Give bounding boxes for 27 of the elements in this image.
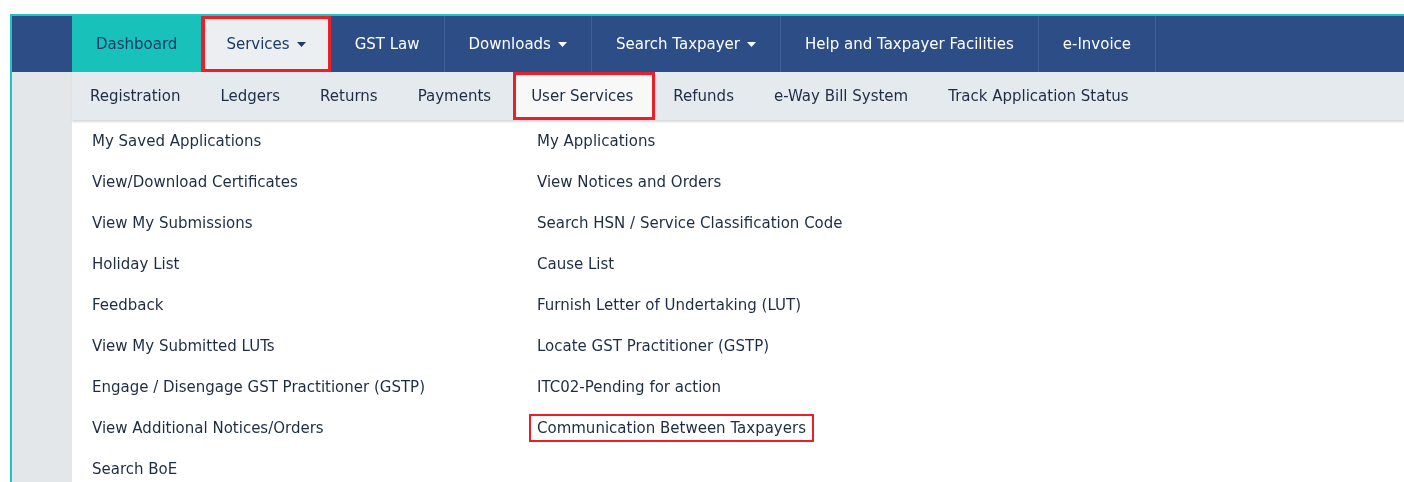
- menu-link[interactable]: View My Submitted LUTs: [84, 331, 283, 360]
- sub-nav-tab[interactable]: Returns: [302, 72, 400, 120]
- sub-nav-tab[interactable]: Track Application Status: [930, 72, 1151, 120]
- sub-nav-tab[interactable]: Refunds: [655, 72, 756, 120]
- sub-nav-tab[interactable]: e-Way Bill System: [755, 72, 931, 120]
- menu-link[interactable]: Cause List: [529, 249, 623, 278]
- menu-link[interactable]: View/Download Certificates: [84, 167, 306, 196]
- menu-link[interactable]: Holiday List: [84, 249, 188, 278]
- menu-link[interactable]: My Applications: [529, 126, 664, 155]
- menu-link[interactable]: View Additional Notices/Orders: [84, 413, 332, 442]
- nav-tab[interactable]: Services: [202, 16, 331, 72]
- menu-link[interactable]: Locate GST Practitioner (GSTP): [529, 331, 778, 360]
- menu-link[interactable]: My Saved Applications: [84, 126, 270, 155]
- menu-link[interactable]: Search HSN / Service Classification Code: [529, 208, 851, 237]
- sub-nav-tab[interactable]: Payments: [399, 72, 514, 120]
- menu-link[interactable]: Feedback: [84, 290, 172, 319]
- menu-link[interactable]: Search BoE: [84, 454, 186, 482]
- menu-link[interactable]: Furnish Letter of Undertaking (LUT): [529, 290, 810, 319]
- menu-link[interactable]: Communication Between Taxpayers: [529, 413, 814, 442]
- sub-nav-tab[interactable]: User Services: [513, 72, 656, 120]
- sub-nav-tab[interactable]: Ledgers: [202, 72, 303, 120]
- nav-tab[interactable]: Dashboard: [72, 16, 203, 72]
- menu-link[interactable]: View Notices and Orders: [529, 167, 730, 196]
- sub-nav-tab[interactable]: Registration: [72, 72, 203, 120]
- menu-link[interactable]: View My Submissions: [84, 208, 261, 237]
- menu-link[interactable]: ITC02-Pending for action: [529, 372, 729, 401]
- menu-link[interactable]: Engage / Disengage GST Practitioner (GSTP): [84, 372, 433, 401]
